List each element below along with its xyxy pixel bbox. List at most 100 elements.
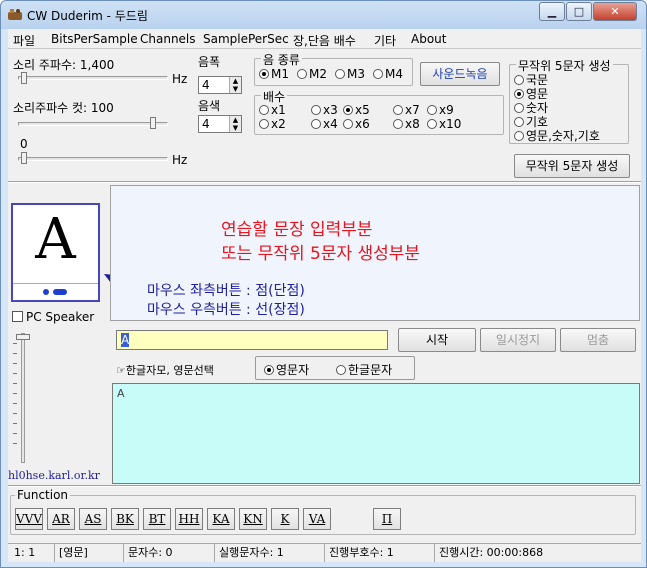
volume-slider-thumb[interactable] [16, 334, 30, 340]
status-progress-count: 진행부호수: 1 [324, 544, 394, 562]
cutoff-label: 소리주파수 컷: 100 [13, 101, 114, 115]
title-bar[interactable]: CW Duderim - 두드림 ▁ □ ✕ [1, 1, 646, 29]
minimize-button[interactable]: ▁ [539, 2, 565, 21]
sound-record-button[interactable]: 사운드녹음 [420, 62, 500, 86]
stop-button[interactable]: 멈춤 [560, 328, 636, 352]
freq-slider[interactable] [18, 76, 168, 80]
function-group: Function VVV AR AS BK BT HH KA KN K VA Π [10, 488, 636, 535]
color-spinner[interactable]: 4 ▲ ▼ [198, 115, 242, 133]
status-exec-count: 실행문자수: 1 [214, 544, 284, 562]
practice-input-value: A [121, 333, 130, 347]
annotation-right-click: 마우스 우측버튼 : 선(장점) [147, 302, 305, 318]
sound-type-title: 음 종류 [261, 51, 302, 68]
cutoff-slider-thumb[interactable] [150, 117, 156, 129]
radio-x5[interactable]: x5 [343, 103, 370, 117]
radio-x4[interactable]: x4 [311, 117, 338, 131]
freq-slider-thumb[interactable] [21, 72, 27, 84]
radio-m2[interactable]: M2 [297, 67, 327, 81]
random-group: 무작위 5문자 생성 국문 영문 숫자 기호 영문,숫자,기호 [509, 57, 629, 144]
fn-ka-button[interactable]: KA [207, 508, 235, 530]
radio-x2[interactable]: x2 [259, 117, 286, 131]
annotation-random: 또는 무작위 5문자 생성부분 [221, 244, 421, 264]
close-button[interactable]: ✕ [593, 2, 637, 21]
color-label: 음색 [198, 99, 221, 113]
fn-pi-button[interactable]: Π [373, 508, 401, 530]
volume-slider[interactable] [21, 333, 25, 463]
multiplier-group: 배수 x1 x3 x5 x7 x9 x2 x4 x6 x8 x10 [254, 88, 504, 135]
hz-label-2: Hz [172, 153, 188, 167]
app-window: CW Duderim - 두드림 ▁ □ ✕ 파일 BitsPerSample … [0, 0, 647, 568]
radio-mixed[interactable]: 영문,숫자,기호 [514, 127, 600, 144]
pause-button[interactable]: 일시정지 [480, 328, 556, 352]
third-slider[interactable] [18, 157, 168, 161]
menu-etc[interactable]: 기타 [374, 32, 396, 49]
zero-label: 0 [20, 137, 28, 151]
color-value: 4 [202, 117, 210, 131]
window-title: CW Duderim - 두드림 [27, 9, 148, 23]
fn-va-button[interactable]: VA [303, 508, 331, 530]
hz-label-1: Hz [172, 72, 188, 86]
annotation-left-click: 마우스 좌측버튼 : 점(단점) [147, 283, 305, 299]
lang-select-group: 영문자 한글문자 [255, 356, 415, 380]
menu-multiplier[interactable]: 장,단음 배수 [293, 32, 356, 49]
menu-about[interactable]: About [411, 32, 446, 46]
radio-x1[interactable]: x1 [259, 103, 286, 117]
menu-file[interactable]: 파일 [13, 32, 35, 49]
maximize-button[interactable]: □ [566, 2, 592, 21]
fn-as-button[interactable]: AS [79, 508, 107, 530]
dot-icon [43, 289, 49, 295]
width-value: 4 [202, 78, 210, 92]
third-slider-thumb[interactable] [21, 152, 27, 164]
radio-korean-letters[interactable]: 한글문자 [336, 361, 392, 378]
output-area[interactable]: A [112, 383, 640, 484]
width-spinner[interactable]: 4 ▲ ▼ [198, 76, 242, 94]
menu-samplepersec[interactable]: SamplePerSec [203, 32, 289, 46]
fn-vvv-button[interactable]: VVV [15, 508, 43, 530]
radio-m1[interactable]: M1 [259, 67, 289, 81]
radio-english-letters[interactable]: 영문자 [264, 361, 309, 378]
fn-k-button[interactable]: K [271, 508, 299, 530]
radio-x6[interactable]: x6 [343, 117, 370, 131]
radio-x8[interactable]: x8 [393, 117, 420, 131]
radio-x3[interactable]: x3 [311, 103, 338, 117]
menu-bar: 파일 BitsPerSample Channels SamplePerSec 장… [8, 29, 641, 49]
status-char-count: 문자수: 0 [123, 544, 173, 562]
radio-x7[interactable]: x7 [393, 103, 420, 117]
app-icon [8, 9, 22, 20]
annotation-input: 연습할 문장 입력부분 [221, 220, 373, 240]
random-generate-button[interactable]: 무작위 5문자 생성 [514, 154, 630, 178]
radio-m4[interactable]: M4 [373, 67, 403, 81]
function-title: Function [15, 488, 71, 502]
cutoff-slider[interactable] [18, 122, 168, 126]
status-elapsed: 진행시간: 00:00:868 [434, 544, 543, 562]
freq-label: 소리 주파수: 1,400 [13, 58, 115, 72]
status-bar: 1: 1 [영문] 문자수: 0 실행문자수: 1 진행부호수: 1 진행시간:… [8, 543, 641, 562]
pc-speaker-checkbox[interactable]: PC Speaker [12, 310, 94, 324]
sound-type-group: 음 종류 M1 M2 M3 M4 [254, 51, 413, 86]
sentence-area: 연습할 문장 입력부분 또는 무작위 5문자 생성부분 마우스 좌측버튼 : 점… [110, 185, 640, 321]
fn-hh-button[interactable]: HH [175, 508, 203, 530]
fn-ar-button[interactable]: AR [47, 508, 75, 530]
practice-input[interactable]: A [116, 330, 388, 350]
status-lang: [영문] [54, 544, 88, 562]
letter-display: A [11, 203, 100, 302]
fn-bk-button[interactable]: BK [111, 508, 139, 530]
spinner-arrows-icon[interactable]: ▲ ▼ [229, 116, 241, 132]
fn-bt-button[interactable]: BT [143, 508, 171, 530]
output-value: A [117, 387, 125, 400]
radio-m3[interactable]: M3 [335, 67, 365, 81]
divider [8, 485, 641, 487]
homepage-link[interactable]: hl0hse.karl.or.kr [8, 469, 100, 482]
client-area: 파일 BitsPerSample Channels SamplePerSec 장… [8, 29, 641, 562]
menu-channels[interactable]: Channels [140, 32, 196, 46]
radio-x9[interactable]: x9 [427, 103, 454, 117]
menu-bits[interactable]: BitsPerSample [51, 32, 138, 46]
letter-display-char: A [35, 207, 76, 272]
lang-select-label: ☞한글자모, 영문선택 [116, 364, 214, 377]
start-button[interactable]: 시작 [398, 328, 476, 352]
dash-icon [53, 289, 67, 295]
divider [8, 181, 641, 183]
spinner-arrows-icon[interactable]: ▲ ▼ [229, 77, 241, 93]
radio-x10[interactable]: x10 [427, 117, 461, 131]
fn-kn-button[interactable]: KN [239, 508, 267, 530]
